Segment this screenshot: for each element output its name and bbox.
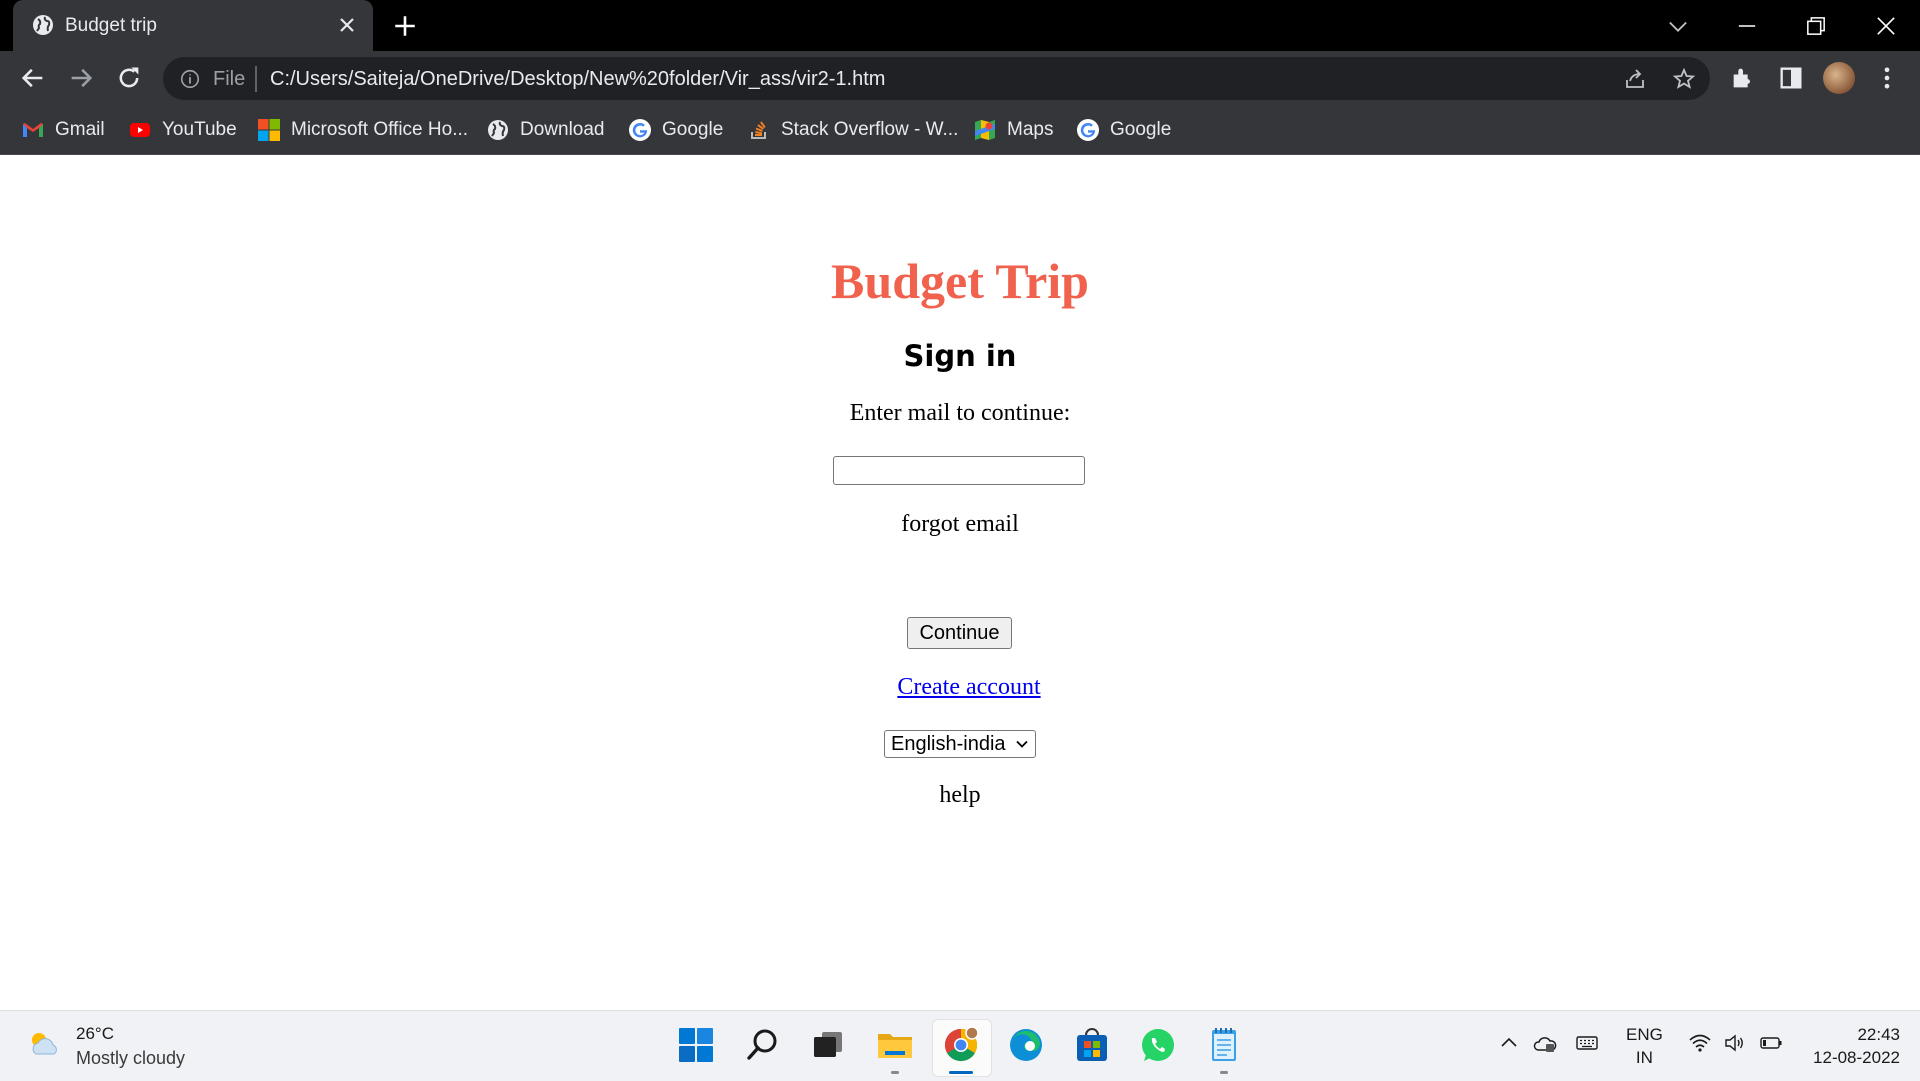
- bookmark-label: Download: [520, 119, 605, 140]
- bookmark-label: YouTube: [162, 119, 237, 140]
- bookmark-label: Stack Overflow - W...: [781, 119, 959, 140]
- help-text: help: [939, 782, 981, 808]
- google-icon: [629, 119, 651, 141]
- system-clock[interactable]: 22:43 12-08-2022: [1806, 1023, 1900, 1069]
- search-icon[interactable]: [743, 1025, 783, 1065]
- reload-icon[interactable]: [115, 64, 143, 92]
- minimize-icon[interactable]: [1733, 12, 1761, 40]
- google-icon: [1077, 119, 1099, 141]
- gmail-icon: [23, 123, 43, 137]
- whatsapp-icon[interactable]: [1138, 1025, 1178, 1065]
- extensions-icon[interactable]: [1729, 64, 1757, 92]
- bookmark-youtube[interactable]: YouTube: [128, 116, 237, 144]
- bookmark-microsoft-office[interactable]: Microsoft Office Ho...: [257, 116, 468, 144]
- omnibox-separator: [255, 66, 257, 92]
- notepad-indicator: [1220, 1071, 1228, 1074]
- close-window-icon[interactable]: [1872, 12, 1900, 40]
- youtube-icon: [130, 123, 150, 137]
- page-content: Budget Trip Sign in Enter mail to contin…: [0, 155, 1920, 1010]
- bookmark-star-icon[interactable]: [1672, 67, 1696, 91]
- bookmark-label: Maps: [1007, 119, 1054, 140]
- file-explorer-icon[interactable]: [875, 1025, 915, 1065]
- chrome-icon[interactable]: [941, 1025, 981, 1065]
- create-account-link[interactable]: Create account: [897, 674, 1040, 700]
- language-selected-value: English-india: [891, 732, 1006, 755]
- battery-icon[interactable]: [1759, 1031, 1783, 1055]
- menu-icon[interactable]: [1873, 64, 1901, 92]
- weather-temperature[interactable]: 26°C: [76, 1024, 114, 1044]
- microsoft-icon: [258, 119, 280, 141]
- scheme-label: File: [213, 68, 246, 90]
- bookmark-stack-overflow[interactable]: Stack Overflow - W...: [747, 116, 958, 144]
- create-account-row: Create account: [0, 674, 1920, 701]
- chevron-down-icon: [1016, 740, 1028, 748]
- bookmark-google-1[interactable]: Google: [628, 116, 723, 144]
- browser-toolbar: File C:/Users/Saiteja/OneDrive/Desktop/N…: [0, 51, 1920, 106]
- email-prompt: Enter mail to continue:: [849, 400, 1071, 426]
- side-panel-icon[interactable]: [1777, 64, 1805, 92]
- close-tab-icon[interactable]: [335, 13, 359, 37]
- email-input[interactable]: [833, 456, 1085, 485]
- chrome-active-indicator: [949, 1071, 973, 1074]
- back-icon[interactable]: [19, 64, 47, 92]
- bookmark-label: Google: [662, 119, 724, 140]
- input-language-indicator[interactable]: ENG IN: [1626, 1023, 1663, 1069]
- start-icon[interactable]: [676, 1025, 716, 1065]
- share-icon[interactable]: [1623, 67, 1647, 91]
- region-code: IN: [1635, 1048, 1653, 1067]
- file-explorer-indicator: [891, 1071, 899, 1074]
- clock-time: 22:43: [1857, 1025, 1900, 1044]
- stackoverflow-icon: [751, 121, 766, 139]
- bookmark-maps[interactable]: Maps: [973, 116, 1053, 144]
- sign-in-heading: Sign in: [903, 339, 1017, 373]
- weather-condition[interactable]: Mostly cloudy: [76, 1048, 185, 1069]
- edge-icon[interactable]: [1006, 1025, 1046, 1065]
- tab-budget-trip[interactable]: Budget trip: [13, 0, 373, 51]
- bookmark-label: Microsoft Office Ho...: [291, 119, 469, 140]
- continue-button[interactable]: Continue: [907, 617, 1012, 649]
- partly-cloudy-icon[interactable]: [26, 1026, 62, 1062]
- url-text[interactable]: C:/Users/Saiteja/OneDrive/Desktop/New%20…: [270, 68, 885, 91]
- globe-icon: [33, 15, 53, 35]
- bookmark-label: Gmail: [55, 119, 105, 140]
- clock-date: 12-08-2022: [1813, 1048, 1900, 1067]
- title-bar: Budget trip: [0, 0, 1920, 51]
- volume-icon[interactable]: [1723, 1031, 1747, 1055]
- tab-search-chevron-icon[interactable]: [1664, 12, 1692, 40]
- bookmark-download[interactable]: Download: [486, 116, 605, 144]
- page-title: Budget Trip: [831, 253, 1089, 309]
- bookmark-google-2[interactable]: Google: [1076, 116, 1171, 144]
- bookmarks-bar: Gmail YouTube Microsoft Office Ho... Dow…: [0, 106, 1920, 155]
- new-tab-icon[interactable]: [392, 13, 418, 39]
- info-icon[interactable]: [179, 68, 201, 90]
- maps-icon: [975, 120, 995, 140]
- task-view-icon[interactable]: [808, 1025, 848, 1065]
- store-icon[interactable]: [1072, 1025, 1112, 1065]
- address-bar[interactable]: File C:/Users/Saiteja/OneDrive/Desktop/N…: [163, 57, 1710, 100]
- bookmark-label: Google: [1110, 119, 1172, 140]
- bookmark-gmail[interactable]: Gmail: [21, 116, 105, 144]
- restore-icon[interactable]: [1802, 12, 1830, 40]
- keyboard-icon[interactable]: [1575, 1031, 1599, 1055]
- language-code: ENG: [1626, 1025, 1663, 1044]
- wifi-icon[interactable]: [1688, 1031, 1712, 1055]
- windows-taskbar: 26°C Mostly cloudy ENG IN 22:43 12-08-20…: [0, 1010, 1920, 1081]
- language-select[interactable]: English-india: [884, 730, 1036, 758]
- onedrive-icon[interactable]: [1533, 1031, 1557, 1055]
- profile-avatar[interactable]: [1823, 62, 1855, 94]
- notepad-icon[interactable]: [1204, 1025, 1244, 1065]
- globe-icon: [488, 120, 508, 140]
- forgot-email-text: forgot email: [901, 511, 1019, 537]
- show-hidden-icons-chevron-icon[interactable]: [1497, 1031, 1521, 1055]
- forward-icon[interactable]: [67, 64, 95, 92]
- tab-title: Budget trip: [65, 15, 157, 36]
